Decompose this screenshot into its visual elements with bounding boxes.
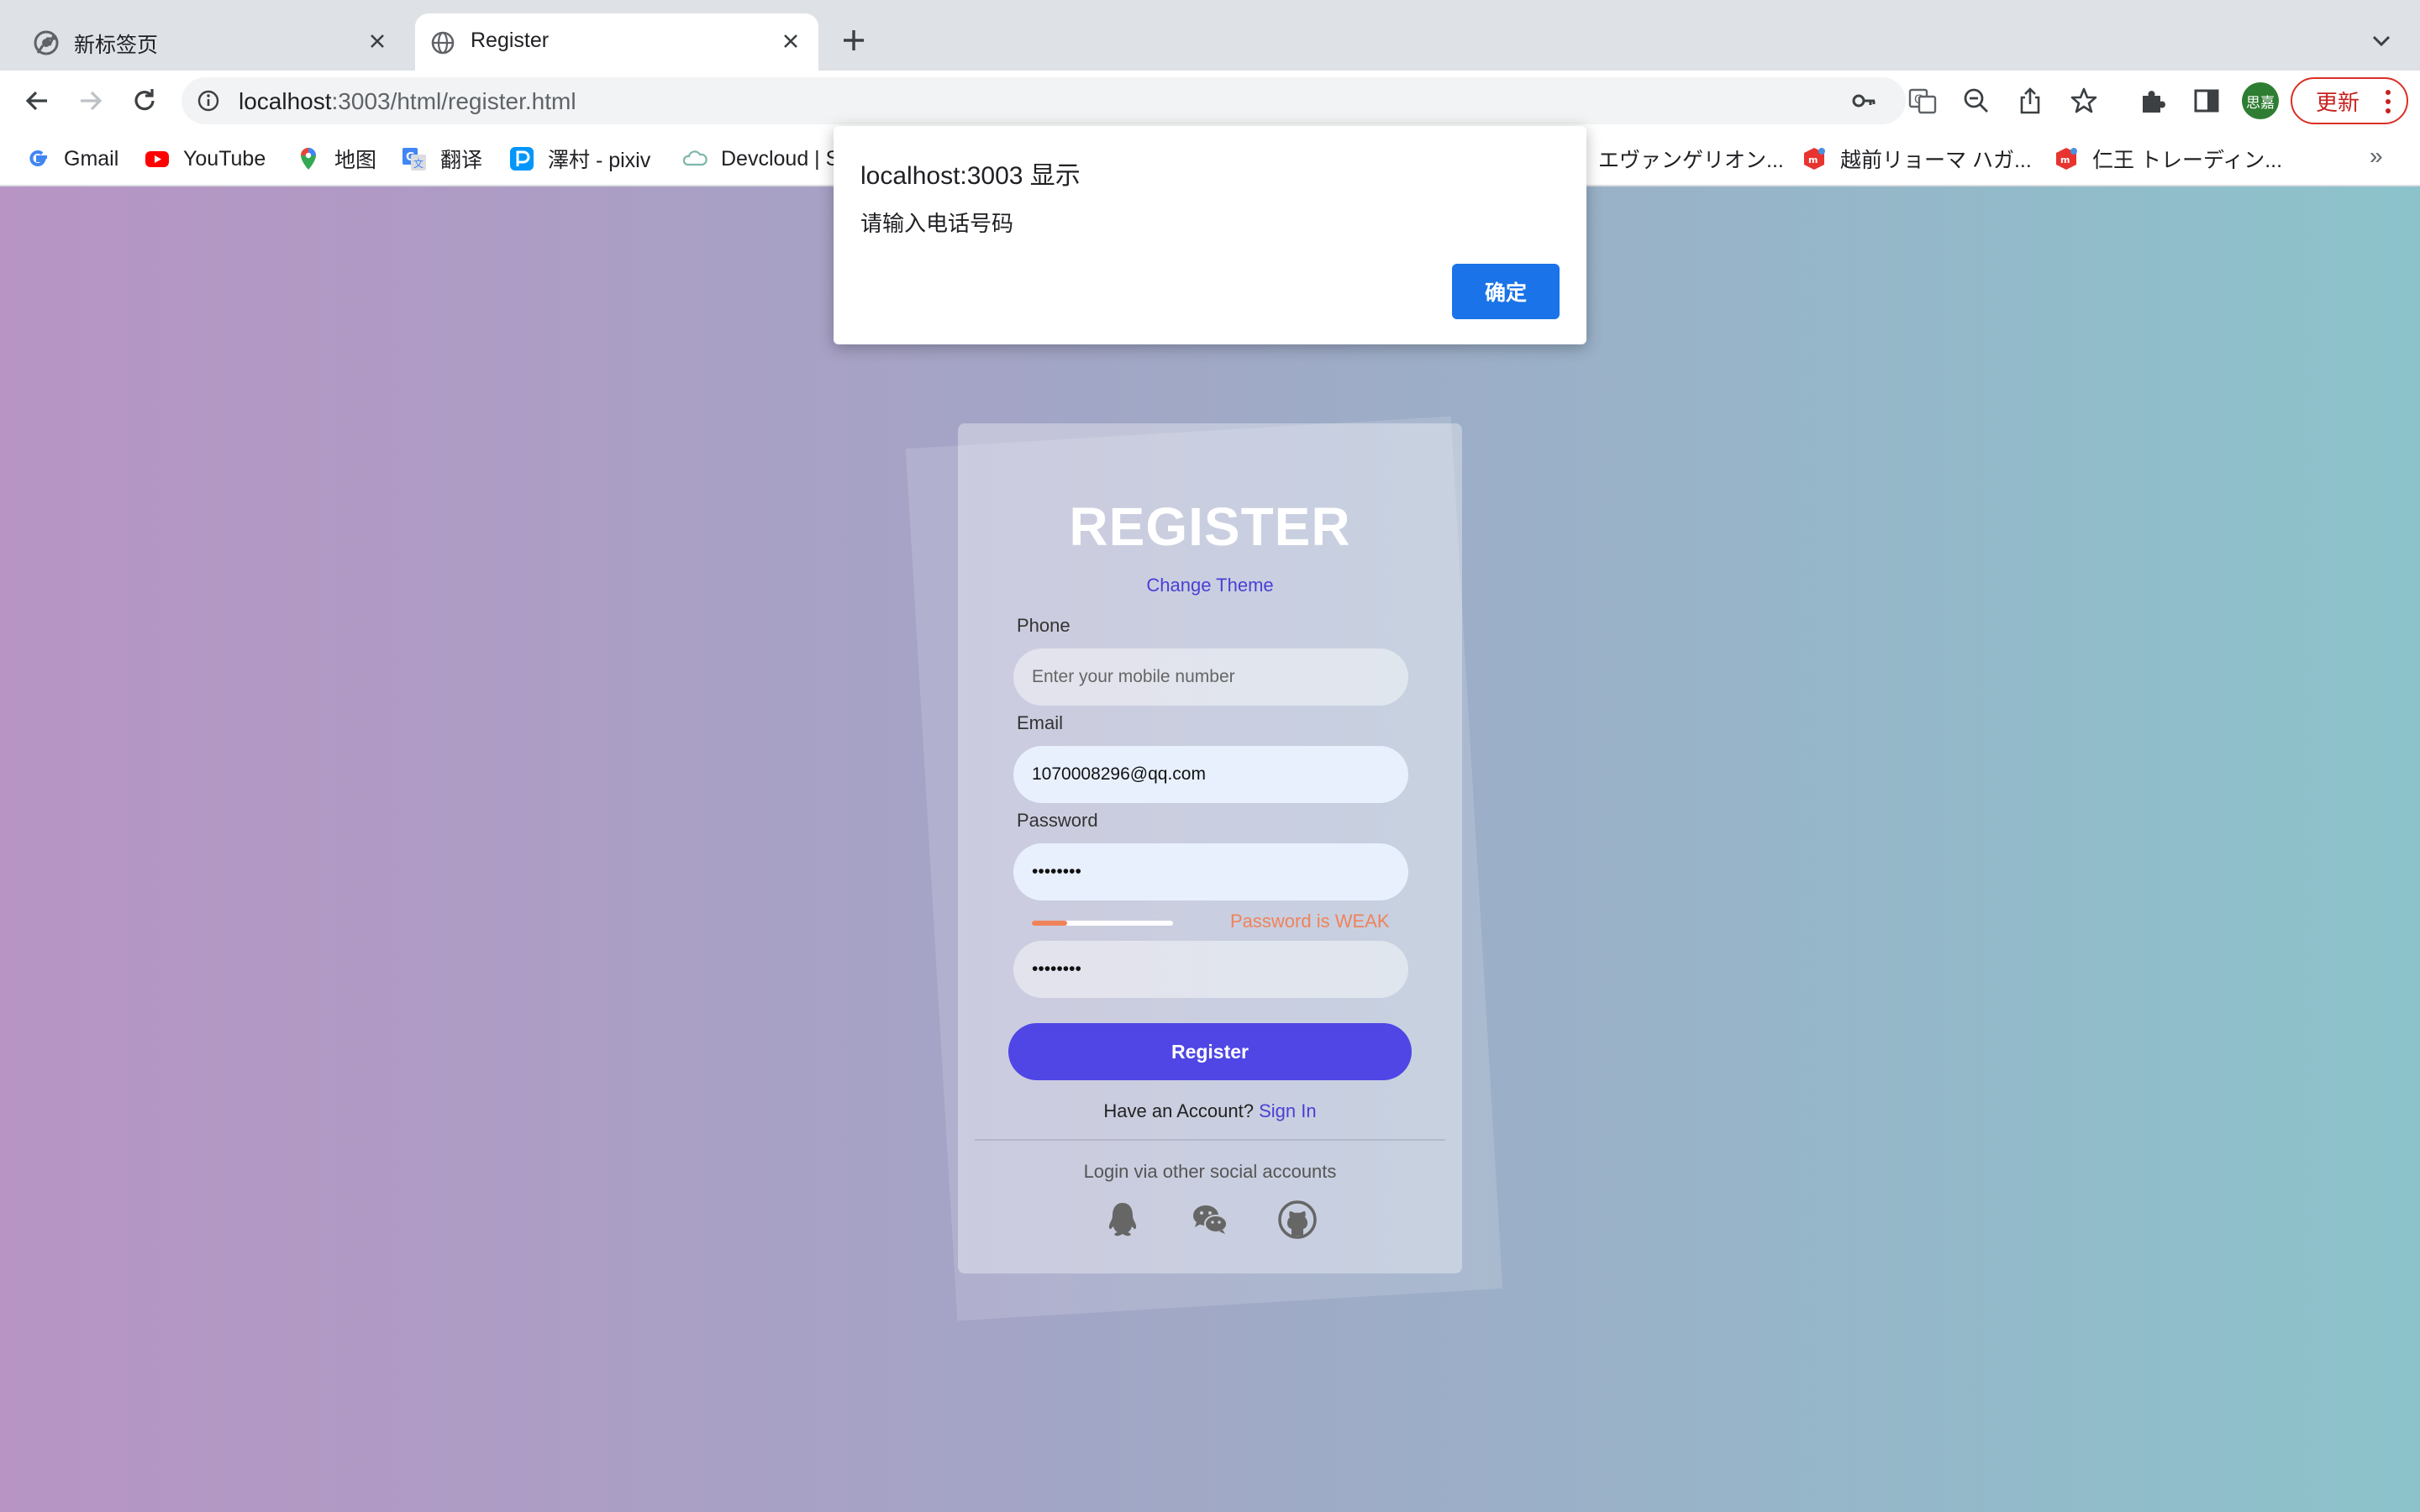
- password-strength-text: Password is WEAK: [1230, 911, 1390, 932]
- mercari-icon: m: [1804, 148, 1825, 170]
- maps-icon: [301, 148, 316, 170]
- tab-new-tab[interactable]: 新标签页: [18, 13, 405, 71]
- update-button[interactable]: 更新: [2291, 77, 2408, 124]
- youtube-icon: [145, 151, 169, 167]
- bookmark-label: エヴァンゲリオン...: [1598, 149, 1784, 172]
- bookmark-label: 翻译: [440, 149, 483, 172]
- divider: [975, 1139, 1445, 1141]
- wechat-icon[interactable]: [1190, 1200, 1230, 1240]
- key-icon[interactable]: [1850, 87, 1877, 114]
- url-text: localhost:3003/html/register.html: [239, 88, 576, 115]
- dialog-ok-button[interactable]: 确定: [1452, 264, 1560, 319]
- browser-toolbar: localhost:3003/html/register.html G 思嘉 更…: [0, 71, 2420, 131]
- bookmark-gmail[interactable]: Gmail: [25, 144, 118, 173]
- github-icon[interactable]: [1277, 1200, 1318, 1240]
- password-label: Password: [1017, 810, 1098, 831]
- mercari-icon: m: [2056, 148, 2077, 170]
- info-icon[interactable]: [197, 89, 220, 113]
- change-theme-link[interactable]: Change Theme: [958, 575, 1462, 596]
- bookmark-label: 仁王 トレーディン...: [2092, 149, 2283, 172]
- more-vert-icon[interactable]: [2385, 89, 2391, 114]
- qq-icon[interactable]: [1102, 1200, 1143, 1240]
- reload-icon[interactable]: [129, 86, 160, 116]
- page-viewport: REGISTER Change Theme Phone Enter your m…: [0, 186, 2420, 1512]
- chrome-icon: [34, 30, 59, 55]
- side-panel-icon[interactable]: [2191, 86, 2222, 116]
- bookmark-star-icon[interactable]: [2069, 86, 2099, 116]
- close-tab-icon[interactable]: [365, 29, 390, 54]
- dialog-message: 请输入电话号码: [860, 211, 1014, 236]
- url-host: localhost: [239, 88, 332, 114]
- svg-text:文: 文: [413, 157, 424, 170]
- password-strength-meter: [1032, 921, 1173, 926]
- dialog-title: localhost:3003 显示: [860, 162, 1081, 190]
- bookmark-label: Gmail: [64, 146, 119, 171]
- update-label: 更新: [2316, 89, 2360, 115]
- password-strength-fill: [1032, 921, 1067, 926]
- devcloud-icon: [682, 150, 708, 166]
- password-input[interactable]: ••••••••: [1013, 843, 1408, 900]
- close-tab-icon[interactable]: [778, 29, 803, 54]
- translate-icon: G 文: [402, 148, 426, 171]
- address-bar[interactable]: localhost:3003/html/register.html: [182, 77, 1906, 124]
- bookmark-label: Devcloud | S: [721, 146, 837, 171]
- register-button[interactable]: Register: [1008, 1023, 1412, 1080]
- back-arrow-icon[interactable]: [22, 86, 52, 116]
- bookmark-evangelion[interactable]: エヴァンゲリオン...: [1598, 144, 1784, 173]
- share-icon[interactable]: [2015, 86, 2045, 116]
- have-account-label: Have an Account?: [1103, 1100, 1254, 1121]
- bookmark-niou[interactable]: m 仁王 トレーディン...: [2054, 144, 2282, 173]
- page-title: REGISTER: [1069, 496, 1351, 557]
- new-tab-plus-icon[interactable]: [839, 25, 869, 55]
- bookmark-ryoma[interactable]: m 越前リョーマ ハガ...: [1802, 144, 2032, 173]
- have-account-text: Have an Account? Sign In: [958, 1100, 1462, 1122]
- alert-dialog: localhost:3003 显示 请输入电话号码 确定: [834, 126, 1586, 344]
- bookmark-pixiv[interactable]: 澤村 - pixiv: [509, 144, 650, 173]
- bookmark-devcloud[interactable]: Devcloud | S: [682, 144, 837, 173]
- email-label: Email: [1017, 712, 1064, 733]
- phone-label: Phone: [1017, 615, 1071, 636]
- svg-text:m: m: [1808, 155, 1818, 165]
- svg-text:m: m: [2060, 155, 2070, 165]
- url-path: :3003/html/register.html: [331, 88, 576, 114]
- tab-search-chevron-icon[interactable]: [2368, 27, 2395, 54]
- bookmark-label: 越前リョーマ ハガ...: [1840, 149, 2032, 172]
- forward-arrow-icon[interactable]: [76, 86, 106, 116]
- zoom-out-icon[interactable]: [1961, 86, 1991, 116]
- bookmark-label: 地图: [334, 149, 377, 172]
- extensions-puzzle-icon[interactable]: [2138, 86, 2168, 116]
- tab-title: 新标签页: [74, 34, 159, 57]
- bookmark-maps[interactable]: 地图: [296, 144, 376, 173]
- sign-in-link[interactable]: Sign In: [1259, 1100, 1317, 1121]
- register-card: REGISTER Change Theme Phone Enter your m…: [958, 423, 1462, 1273]
- email-input[interactable]: 1070008296@qq.com: [1013, 746, 1408, 803]
- bookmark-youtube[interactable]: YouTube: [145, 144, 266, 173]
- google-icon: [29, 150, 47, 167]
- bookmark-translate[interactable]: G 文 翻译: [402, 144, 482, 173]
- globe-icon: [431, 31, 455, 55]
- confirm-password-input[interactable]: ••••••••: [1013, 941, 1408, 998]
- bookmark-label: 澤村 - pixiv: [548, 149, 651, 172]
- pixiv-icon: [510, 147, 534, 171]
- tab-title: Register: [471, 29, 550, 52]
- bookmark-label: YouTube: [183, 146, 266, 171]
- phone-input[interactable]: Enter your mobile number: [1013, 648, 1408, 706]
- translate-page-icon[interactable]: G: [1907, 86, 1938, 116]
- profile-avatar[interactable]: 思嘉: [2242, 82, 2279, 119]
- tab-strip: 新标签页 Register: [0, 0, 2420, 71]
- bookmarks-overflow-button[interactable]: »: [2370, 143, 2383, 170]
- social-login-label: Login via other social accounts: [1083, 1161, 1337, 1182]
- tab-register[interactable]: Register: [415, 13, 818, 71]
